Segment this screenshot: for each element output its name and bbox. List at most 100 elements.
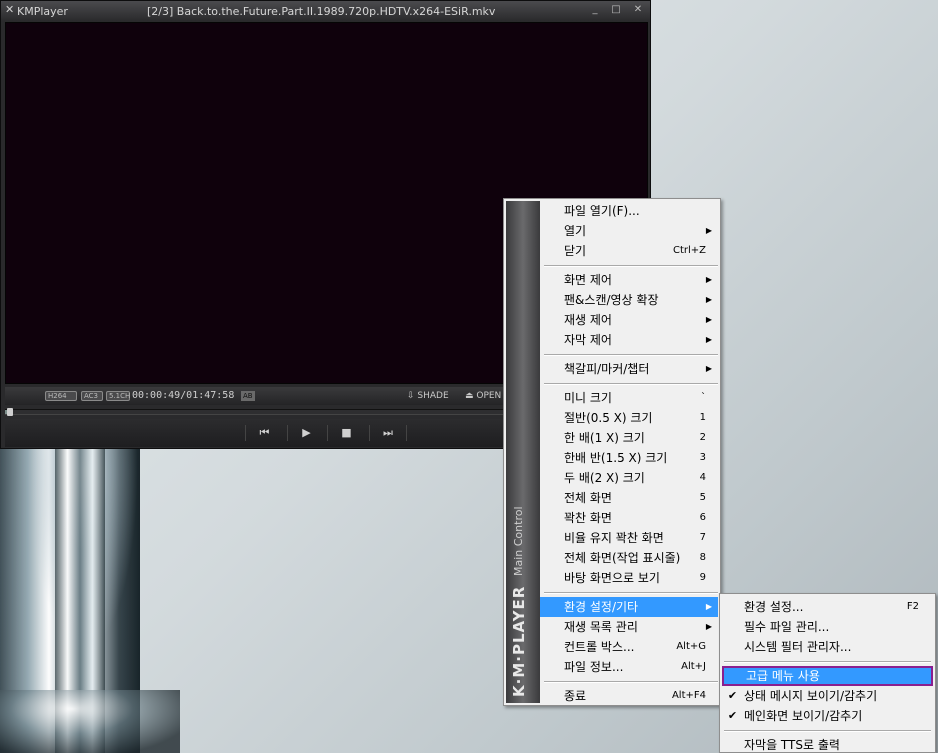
menu-item[interactable]: 한 배(1 X) 크기 2 [540, 428, 718, 448]
menu-separator [544, 265, 718, 267]
menu-item[interactable]: 컨트롤 박스... Alt+G [540, 637, 718, 657]
menu-item-label: 환경 설정/기타 [564, 600, 639, 614]
submenu-item[interactable]: 자막을 TTS로 출력 [722, 735, 933, 753]
menu-item[interactable]: 재생 목록 관리 ▶ [540, 617, 718, 637]
menu-item-label: 열기 [564, 224, 587, 238]
menu-side-banner: K·M·PLAYER Main Control [506, 201, 540, 703]
menu-separator [544, 354, 718, 356]
submenu-item-label: 자막을 TTS로 출력 [744, 738, 840, 752]
menu-separator [544, 681, 718, 683]
submenu-separator [724, 661, 931, 663]
menu-item[interactable]: 꽉찬 화면 6 [540, 508, 718, 528]
menu-item-label: 꽉찬 화면 [564, 511, 612, 525]
menu-item-label: 파일 열기(F)... [564, 204, 640, 218]
menu-item[interactable]: 화면 제어 ▶ [540, 270, 718, 290]
menu-item-shortcut: 5 [699, 492, 706, 503]
menu-item[interactable]: 자막 제어 ▶ [540, 330, 718, 350]
menu-item[interactable]: 파일 정보... Alt+J [540, 657, 718, 677]
wallpaper-water-base [0, 690, 180, 753]
window-title: [2/3] Back.to.the.Future.Part.II.1989.72… [147, 5, 496, 18]
submenu-arrow-icon: ▶ [705, 602, 712, 611]
menu-item[interactable]: 열기 ▶ [540, 221, 718, 241]
menu-item-shortcut: 9 [699, 572, 706, 583]
submenu-arrow-icon: ▶ [705, 275, 712, 284]
menu-item-shortcut: 6 [699, 512, 706, 523]
submenu-item-label: 고급 메뉴 사용 [746, 669, 820, 683]
menu-item-label: 팬&스캔/영상 확장 [564, 293, 659, 307]
submenu-item-label: 필수 파일 관리... [744, 620, 830, 634]
menu-item[interactable]: 전체 화면(작업 표시줄) 8 [540, 548, 718, 568]
menu-item-shortcut: 3 [699, 452, 706, 463]
ab-repeat-badge[interactable]: AB [241, 391, 255, 401]
menu-item-shortcut: ` [701, 392, 706, 403]
menu-item-shortcut: Ctrl+Z [672, 245, 706, 256]
maximize-button[interactable]: □ [609, 4, 623, 16]
menu-item-label: 전체 화면 [564, 491, 612, 505]
menu-item[interactable]: 비율 유지 꽉찬 화면 7 [540, 528, 718, 548]
checkmark-icon: ✔ [727, 689, 738, 702]
app-name: KMPlayer [17, 5, 68, 18]
submenu-item-label: 시스템 필터 관리자... [744, 640, 852, 654]
submenu-item[interactable]: 고급 메뉴 사용 [722, 666, 933, 686]
menu-item[interactable]: 환경 설정/기타 ▶ [540, 597, 718, 617]
title-bar[interactable]: ✕ KMPlayer [2/3] Back.to.the.Future.Part… [1, 1, 650, 21]
submenu-item[interactable]: 환경 설정... F2 [722, 597, 933, 617]
context-menu: K·M·PLAYER Main Control 파일 열기(F)... 열기 ▶ 닫기… [503, 198, 721, 706]
submenu-separator [724, 730, 931, 732]
menu-item-label: 책갈피/마커/챕터 [564, 362, 650, 376]
menu-item-label: 한배 반(1.5 X) 크기 [564, 451, 668, 465]
menu-item[interactable]: 재생 제어 ▶ [540, 310, 718, 330]
menu-item-label: 바탕 화면으로 보기 [564, 571, 660, 585]
submenu-item-label: 상태 메시지 보이기/감추기 [744, 689, 878, 703]
menu-item[interactable]: 절반(0.5 X) 크기 1 [540, 408, 718, 428]
menu-item-shortcut: 1 [699, 412, 706, 423]
menu-item[interactable]: 팬&스캔/영상 확장 ▶ [540, 290, 718, 310]
menu-item[interactable]: 전체 화면 5 [540, 488, 718, 508]
menu-item-shortcut: 7 [699, 532, 706, 543]
submenu-arrow-icon: ▶ [705, 295, 712, 304]
submenu-arrow-icon: ▶ [705, 226, 712, 235]
previous-button[interactable]: ⏮ [245, 425, 283, 441]
menu-item[interactable]: 두 배(2 X) 크기 4 [540, 468, 718, 488]
menu-item[interactable]: 바탕 화면으로 보기 9 [540, 568, 718, 588]
submenu-arrow-icon: ▶ [705, 315, 712, 324]
menu-item-label: 재생 목록 관리 [564, 620, 638, 634]
submenu-item[interactable]: 시스템 필터 관리자... [722, 637, 933, 657]
seek-bar-handle[interactable] [6, 408, 13, 416]
time-display: 00:00:49/01:47:58 [132, 390, 235, 401]
menu-item-label: 절반(0.5 X) 크기 [564, 411, 653, 425]
menu-item-shortcut: 8 [699, 552, 706, 563]
menu-item[interactable]: 한배 반(1.5 X) 크기 3 [540, 448, 718, 468]
checkmark-icon: ✔ [727, 709, 738, 722]
kmplayer-logo-icon: ✕ [5, 3, 15, 16]
menu-item-label: 컨트롤 박스... [564, 640, 635, 654]
open-button[interactable]: ⏏ OPEN [465, 391, 501, 401]
menu-item-label: 파일 정보... [564, 660, 624, 674]
stop-button[interactable]: ■ [327, 425, 365, 441]
play-button[interactable]: ▶ [287, 425, 325, 441]
menu-item[interactable]: 종료 Alt+F4 [540, 686, 718, 706]
shade-button[interactable]: ⇩ SHADE [407, 391, 449, 401]
minimize-button[interactable]: _ [588, 4, 602, 16]
menu-separator [544, 383, 718, 385]
audio-codec-badge: AC3 [81, 391, 103, 401]
menu-item-label: 비율 유지 꽉찬 화면 [564, 531, 664, 545]
submenu-item[interactable]: 필수 파일 관리... [722, 617, 933, 637]
menu-item-label: 재생 제어 [564, 313, 612, 327]
close-button[interactable]: ✕ [631, 4, 645, 16]
submenu-item[interactable]: ✔ 메인화면 보이기/감추기 [722, 706, 933, 726]
submenu-arrow-icon: ▶ [705, 335, 712, 344]
menu-item[interactable]: 파일 열기(F)... [540, 201, 718, 221]
menu-item-label: 화면 제어 [564, 273, 612, 287]
settings-submenu: 환경 설정... F2 필수 파일 관리... 시스템 필터 관리자... 고급 메뉴 … [719, 593, 936, 753]
menu-item[interactable]: 책갈피/마커/챕터 ▶ [540, 359, 718, 379]
submenu-item[interactable]: ✔ 상태 메시지 보이기/감추기 [722, 686, 933, 706]
audio-channels-badge: 5.1CH [106, 391, 130, 401]
menu-item[interactable]: 미니 크기 ` [540, 388, 718, 408]
banner-brand: K·M·PLAYER [510, 585, 528, 697]
menu-item[interactable]: 닫기 Ctrl+Z [540, 241, 718, 261]
menu-item-shortcut: Alt+F4 [671, 690, 706, 701]
menu-item-label: 미니 크기 [564, 391, 612, 405]
menu-item-label: 두 배(2 X) 크기 [564, 471, 645, 485]
next-button[interactable]: ⏭ [369, 425, 407, 441]
